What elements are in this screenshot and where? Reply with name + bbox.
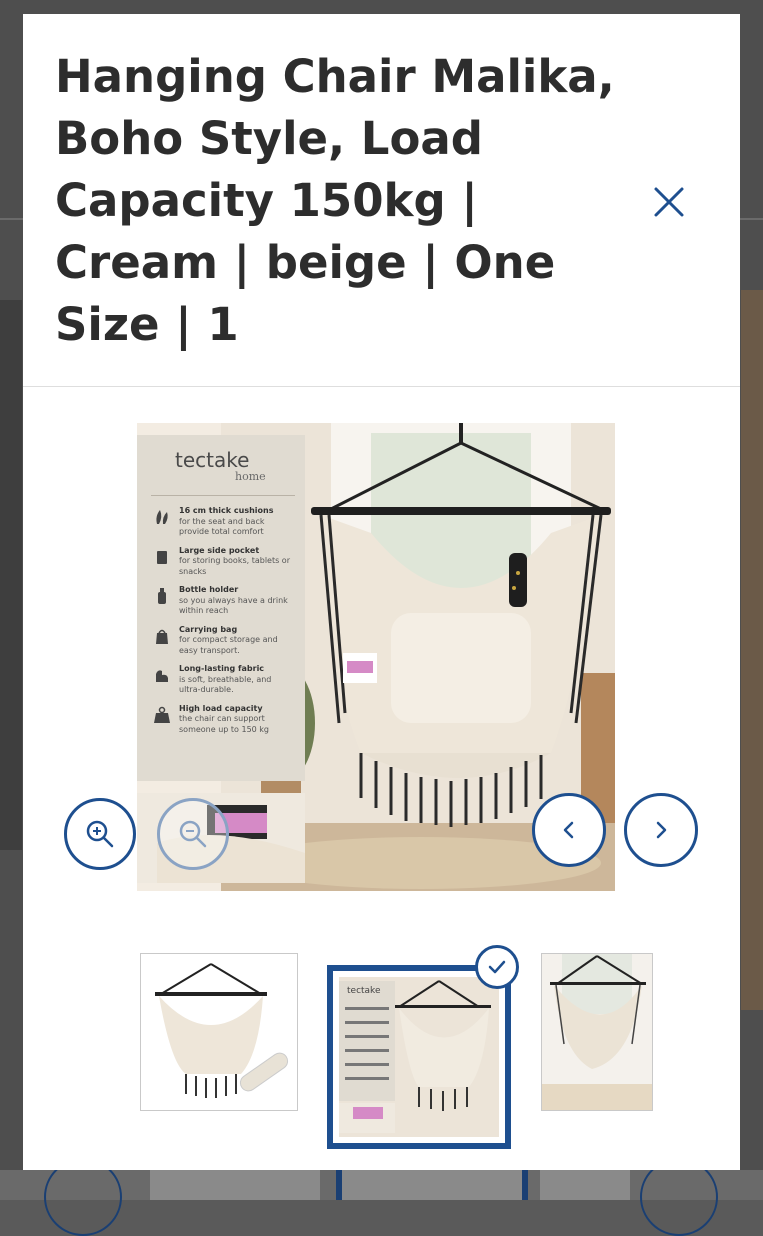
- close-button[interactable]: [647, 180, 691, 224]
- image-gallery-modal: Hanging Chair Malika, Boho Style, Load C…: [23, 14, 740, 1170]
- thumbnail-image: [542, 954, 652, 1110]
- thumbnail-2[interactable]: tectake: [327, 965, 511, 1149]
- brand-subtitle: home: [235, 470, 266, 483]
- feature-title: Carrying bag: [179, 624, 238, 634]
- zoom-out-icon: [179, 820, 207, 848]
- thumbnail-3[interactable]: [541, 953, 653, 1111]
- pocket-icon: [151, 546, 173, 568]
- backdrop-thumb: [150, 1170, 320, 1200]
- modal-header: Hanging Chair Malika, Boho Style, Load C…: [23, 14, 740, 387]
- svg-text:tectake: tectake: [347, 986, 381, 996]
- feature-item: Large side pocket for storing books, tabl…: [151, 546, 295, 578]
- feature-title: Large side pocket: [179, 545, 260, 555]
- feature-title: 16 cm thick cushions: [179, 506, 274, 515]
- chevron-left-icon: [563, 821, 574, 839]
- backdrop-thumb: [540, 1170, 630, 1200]
- brand-name: tectake: [175, 448, 250, 472]
- feature-text: so you always have a drink within reach: [179, 595, 288, 616]
- feature-item: 16 cm thick cushions for the seat and bac…: [151, 506, 295, 538]
- close-icon: [654, 187, 684, 217]
- thumbnail-strip: tectake: [23, 927, 740, 1149]
- weight-kg-icon: [151, 704, 173, 726]
- feature-text: for compact storage and easy transport.: [179, 635, 278, 655]
- feature-info-card: tectake home 16 cm thick cushions for the…: [137, 435, 305, 781]
- cushion-icon: [151, 506, 173, 528]
- next-image-button[interactable]: [624, 793, 698, 867]
- feature-title: Bottle holder: [179, 585, 239, 594]
- feature-item: Carrying bag for compact storage and easy…: [151, 625, 295, 657]
- bag-icon: [151, 625, 173, 647]
- zoom-out-button[interactable]: [157, 798, 229, 870]
- feature-item: Bottle holder so you always have a drink …: [151, 585, 295, 617]
- arm-icon: [151, 664, 173, 686]
- feature-text: is soft, breathable, and ultra-durable.: [179, 674, 272, 695]
- feature-title: High load capacity: [179, 703, 263, 713]
- feature-text: for the seat and back provide total comf…: [179, 516, 265, 537]
- card-divider: [151, 495, 295, 496]
- checkmark-icon: [488, 960, 506, 974]
- product-title: Hanging Chair Malika, Boho Style, Load C…: [55, 50, 615, 351]
- selected-check-badge: [475, 945, 519, 989]
- image-viewer: tectake home 16 cm thick cushions for the…: [23, 387, 740, 927]
- backdrop-right-panel: [741, 290, 763, 1010]
- zoom-in-icon: [86, 820, 114, 848]
- zoom-in-button[interactable]: [64, 798, 136, 870]
- bottle-icon: [151, 585, 173, 607]
- chevron-right-icon: [656, 821, 667, 839]
- feature-text: the chair can support someone up to 150 …: [179, 714, 269, 734]
- feature-item: Long-lasting fabric is soft, breathable, …: [151, 664, 295, 696]
- feature-title: Long-lasting fabric: [179, 664, 265, 673]
- feature-item: High load capacity the chair can support …: [151, 704, 295, 736]
- previous-image-button[interactable]: [532, 793, 606, 867]
- thumbnail-1[interactable]: [140, 953, 298, 1111]
- backdrop-left-panel: [0, 300, 22, 850]
- thumbnail-image: [141, 954, 297, 1110]
- backdrop-thumb: [336, 1170, 528, 1200]
- feature-text: for storing books, tablets or snacks: [179, 556, 290, 576]
- backdrop-bottom-strip: [0, 1158, 763, 1236]
- thumbnail-image: tectake: [339, 977, 499, 1137]
